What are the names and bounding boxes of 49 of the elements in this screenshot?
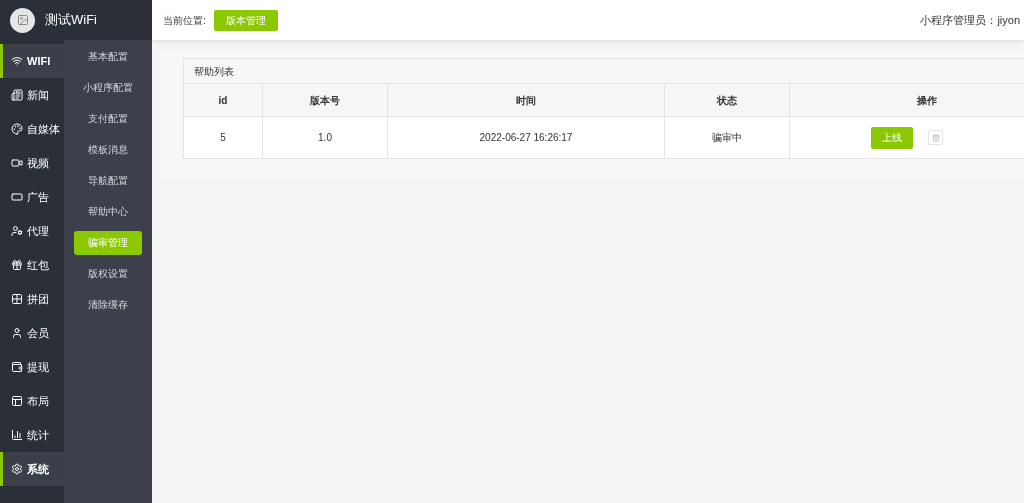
menu-item[interactable]: 新闻: [0, 78, 64, 112]
menu-item[interactable]: 自媒体: [0, 112, 64, 146]
panel-title: 帮助列表: [194, 64, 234, 79]
menu-item[interactable]: 拼团: [0, 282, 64, 316]
submenu-item[interactable]: 清除缓存: [74, 292, 142, 317]
breadcrumb-label: 当前位置:: [163, 13, 206, 28]
submenu-item[interactable]: 模板消息: [74, 137, 142, 162]
column-header: 操作: [790, 84, 1024, 116]
menu-item[interactable]: 提现: [0, 350, 64, 384]
table-cell: 5: [184, 117, 263, 158]
column-header: 状态: [665, 84, 790, 116]
column-header: 版本号: [263, 84, 388, 116]
grid-icon: [11, 293, 23, 305]
column-header: 时间: [388, 84, 665, 116]
brand-name: 测试WiFi: [45, 11, 97, 30]
submenu-item[interactable]: 小程序配置: [74, 75, 142, 100]
bar-chart-icon: [11, 429, 23, 441]
column-header: id: [184, 84, 263, 116]
delete-icon[interactable]: [928, 130, 943, 145]
menu-item[interactable]: 广告: [0, 180, 64, 214]
ad-icon: [11, 191, 23, 203]
menu-item[interactable]: 布局: [0, 384, 64, 418]
table-cell: 骗审中: [665, 117, 790, 158]
admin-name: jiyon: [997, 12, 1020, 28]
menu-item[interactable]: 代理: [0, 214, 64, 248]
wifi-icon: [11, 55, 23, 67]
person-icon: [11, 225, 23, 237]
menu-item[interactable]: 会员: [0, 316, 64, 350]
table-cell: 1.0: [263, 117, 388, 158]
menu-item[interactable]: 红包: [0, 248, 64, 282]
table-cell: 2022-06-27 16:26:17: [388, 117, 665, 158]
avatar-icon: [10, 7, 35, 33]
gift-icon: [11, 259, 23, 271]
user-icon: [11, 327, 23, 339]
layout-icon: [11, 395, 23, 407]
video-camera-icon: [11, 157, 23, 169]
menu-item[interactable]: WIFI: [0, 44, 64, 78]
submenu-item[interactable]: 帮助中心: [74, 199, 142, 224]
newspaper-icon: [11, 89, 23, 101]
menu-item[interactable]: 统计: [0, 418, 64, 452]
wallet-icon: [11, 361, 23, 373]
admin-label: 小程序管理员：: [920, 12, 998, 28]
menu-item[interactable]: 系统: [0, 452, 64, 486]
menu-item[interactable]: 视频: [0, 146, 64, 180]
submenu-item[interactable]: 导航配置: [74, 168, 142, 193]
submenu-item[interactable]: 基本配置: [74, 44, 142, 69]
settings-icon: [11, 463, 23, 475]
submenu-item[interactable]: 支付配置: [74, 106, 142, 131]
submenu-item[interactable]: 版权设置: [74, 261, 142, 286]
